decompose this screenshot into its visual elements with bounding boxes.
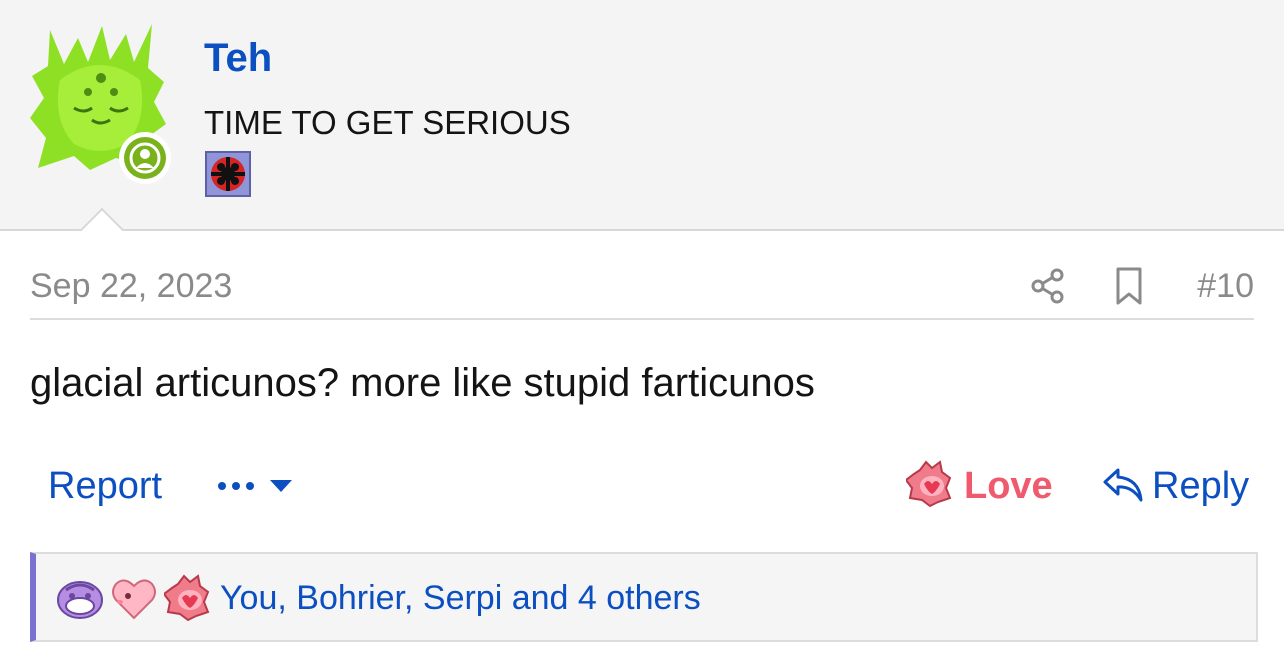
love-button[interactable]: Love (964, 464, 1053, 508)
reply-icon[interactable] (1102, 466, 1144, 504)
username-link[interactable]: Teh (204, 36, 272, 80)
header-pointer (74, 202, 130, 231)
user-title: TIME TO GET SERIOUS (204, 104, 571, 141)
love-reaction-icon (164, 574, 210, 622)
purple-reaction-icon (57, 581, 103, 619)
bookmark-icon[interactable] (1110, 266, 1148, 306)
user-badge-icon (205, 151, 251, 197)
post-body: glacial articunos? more like stupid fart… (30, 361, 815, 405)
post-number[interactable]: #10 (1197, 266, 1254, 306)
user-icon (129, 142, 161, 174)
more-options-icon[interactable] (216, 464, 306, 508)
online-status-indicator (119, 132, 171, 184)
post-meta-row: Sep 22, 2023 #10 (30, 262, 1254, 320)
love-reaction-icon[interactable] (906, 460, 952, 508)
share-icon[interactable] (1028, 266, 1068, 306)
post-user-header: Teh TIME TO GET SERIOUS (0, 0, 1284, 231)
reactions-bar[interactable]: You, Bohrier, Serpi and 4 others (30, 552, 1258, 642)
post-date[interactable]: Sep 22, 2023 (30, 266, 232, 306)
reactions-summary-link[interactable]: You, Bohrier, Serpi and 4 others (220, 578, 701, 618)
heart-reaction-icon (112, 579, 156, 620)
report-button[interactable]: Report (48, 464, 162, 508)
post-actions: Report Love Reply (30, 456, 1254, 516)
reply-button[interactable]: Reply (1152, 464, 1249, 508)
